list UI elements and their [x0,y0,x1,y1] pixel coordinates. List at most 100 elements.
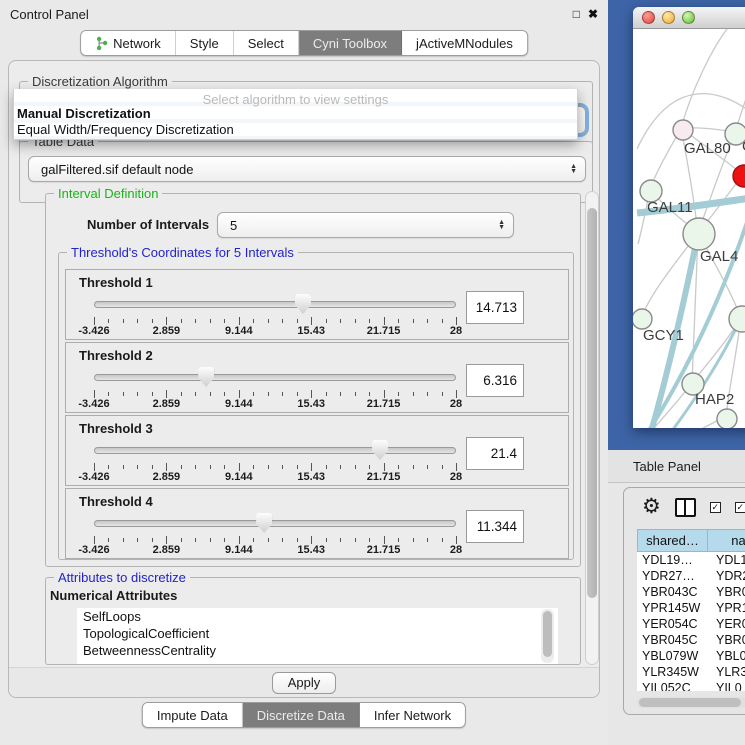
close-panel-icon[interactable]: ✖ [588,7,598,21]
tab-style[interactable]: Style [176,31,234,55]
table-data-combobox[interactable]: galFiltered.sif default node ▲▼ [28,156,586,182]
slider-thumb-icon[interactable] [372,440,388,460]
table-row[interactable]: YBR043CYBR0 [637,584,745,600]
table-cell[interactable]: YPR1 [708,600,745,616]
threshold-value-field[interactable]: 11.344 [466,510,524,543]
threshold-value-field[interactable]: 21.4 [466,437,524,470]
checkbox-icon[interactable]: ✓ [710,502,721,513]
slider-track[interactable] [94,301,456,308]
table-row[interactable]: YER054CYER0 [637,616,745,632]
table-cell[interactable]: YDR2 [708,568,745,584]
threshold-value-field[interactable]: 14.713 [466,291,524,324]
table-row[interactable]: YDR27…YDR2 [637,568,745,584]
slider-track[interactable] [94,374,456,381]
settings-vertical-scrollbar[interactable] [585,191,599,665]
tab-select[interactable]: Select [234,31,299,55]
table-cell[interactable]: YBL079W [637,648,708,664]
numerical-attributes-list[interactable]: SelfLoopsTopologicalCoefficientBetweenne… [77,608,558,664]
table-cell[interactable]: YBR045C [637,632,708,648]
threshold-stack: Threshold 1 -3.4262.8599.14415.4321.7152… [65,269,569,559]
slider-thumb-icon[interactable] [256,513,272,533]
threshold-slider[interactable]: -3.4262.8599.14415.4321.71528 [94,294,456,338]
network-canvas[interactable]: GAL80GACGAL11GAL4GCY1HHAP2 [633,29,745,428]
table-horizontal-scrollbar[interactable] [637,697,745,708]
table-cell[interactable]: YER054C [637,616,708,632]
column-header-name[interactable]: na [708,529,745,552]
tab-cyni-toolbox[interactable]: Cyni Toolbox [299,31,402,55]
network-node[interactable] [673,120,693,140]
tick-label: 9.144 [225,471,253,483]
threshold-slider[interactable]: -3.4262.8599.14415.4321.71528 [94,513,456,557]
network-window-titlebar[interactable] [633,7,745,29]
tick-mark [427,465,428,469]
threshold-label: Threshold 1 [79,275,153,290]
table-cell[interactable]: YDL1 [708,552,745,568]
slider-thumb-icon[interactable] [198,367,214,387]
algorithm-option-manual[interactable]: Manual Discretization [14,106,577,122]
tab-jactivemnodules[interactable]: jActiveMNodules [402,31,527,55]
table-cell[interactable]: YPR145W [637,600,708,616]
table-cell[interactable]: YLR345W [637,664,708,680]
attribute-item[interactable]: BetweennessCentrality [77,642,558,659]
table-cell[interactable]: YBR043C [637,584,708,600]
columns-icon[interactable] [675,498,696,517]
table-cell[interactable]: YER0 [708,616,745,632]
tick-mark [268,538,269,542]
tick-label: 21.715 [367,471,401,483]
gear-icon[interactable]: ⚙ [642,497,661,517]
tick-mark [137,538,138,542]
slider-tick-labels: -3.4262.8599.14415.4321.71528 [94,544,456,557]
close-traffic-light-icon[interactable] [642,11,655,24]
attribute-item[interactable]: TopologicalCoefficient [77,625,558,642]
threshold-label: Threshold 3 [79,421,153,436]
apply-button[interactable]: Apply [272,672,336,694]
table-cell[interactable]: YBL0 [708,648,745,664]
table-cell[interactable]: YLR3 [708,664,745,680]
network-node[interactable] [729,306,745,332]
tick-mark [369,465,370,469]
tick-mark [239,536,240,544]
tick-mark [456,390,457,398]
table-cell[interactable]: YBR0 [708,632,745,648]
tab-impute-data[interactable]: Impute Data [143,703,243,727]
network-view-window[interactable]: GAL80GACGAL11GAL4GCY1HHAP2 [633,7,745,428]
table-cell[interactable]: YIL0 [708,680,745,691]
table-row[interactable]: YPR145WYPR1 [637,600,745,616]
tick-mark [369,392,370,396]
column-header-shared-name[interactable]: shared… [637,529,708,552]
table-row[interactable]: YBR045CYBR0 [637,632,745,648]
table-cell[interactable]: YDL19… [637,552,708,568]
scrollbar-thumb[interactable] [639,698,741,707]
threshold-slider[interactable]: -3.4262.8599.14415.4321.71528 [94,440,456,484]
table-cell[interactable]: YIL052C [637,680,708,691]
table-cell[interactable]: YDR27… [637,568,708,584]
attributes-list-scrollbar[interactable] [541,609,554,663]
network-node[interactable] [683,218,715,250]
scrollbar-thumb[interactable] [587,208,597,598]
table-cell[interactable]: YBR0 [708,584,745,600]
float-panel-icon[interactable]: □ [573,7,580,21]
checkbox-icon[interactable]: ✓ [735,502,745,513]
slider-track[interactable] [94,520,456,527]
threshold-slider[interactable]: -3.4262.8599.14415.4321.71528 [94,367,456,411]
table-row[interactable]: YDL19…YDL1 [637,552,745,568]
tab-discretize-data[interactable]: Discretize Data [243,703,360,727]
number-of-intervals-combobox[interactable]: 5 ▲▼ [217,212,514,238]
tab-infer-network[interactable]: Infer Network [360,703,465,727]
slider-thumb-icon[interactable] [295,294,311,314]
tab-network[interactable]: Network [81,31,176,55]
tick-mark [326,465,327,469]
tick-mark [369,319,370,323]
table-row[interactable]: YBL079WYBL0 [637,648,745,664]
zoom-traffic-light-icon[interactable] [682,11,695,24]
table-row[interactable]: YLR345WYLR3 [637,664,745,680]
minimize-traffic-light-icon[interactable] [662,11,675,24]
slider-track[interactable] [94,447,456,454]
attribute-item[interactable]: SelfLoops [77,608,558,625]
network-node[interactable] [717,409,737,428]
table-row[interactable]: YIL052CYIL0 [637,680,745,691]
tick-mark [456,536,457,544]
algorithm-option-equal-width[interactable]: Equal Width/Frequency Discretization [14,122,577,138]
network-node[interactable] [633,309,652,329]
threshold-value-field[interactable]: 6.316 [466,364,524,397]
